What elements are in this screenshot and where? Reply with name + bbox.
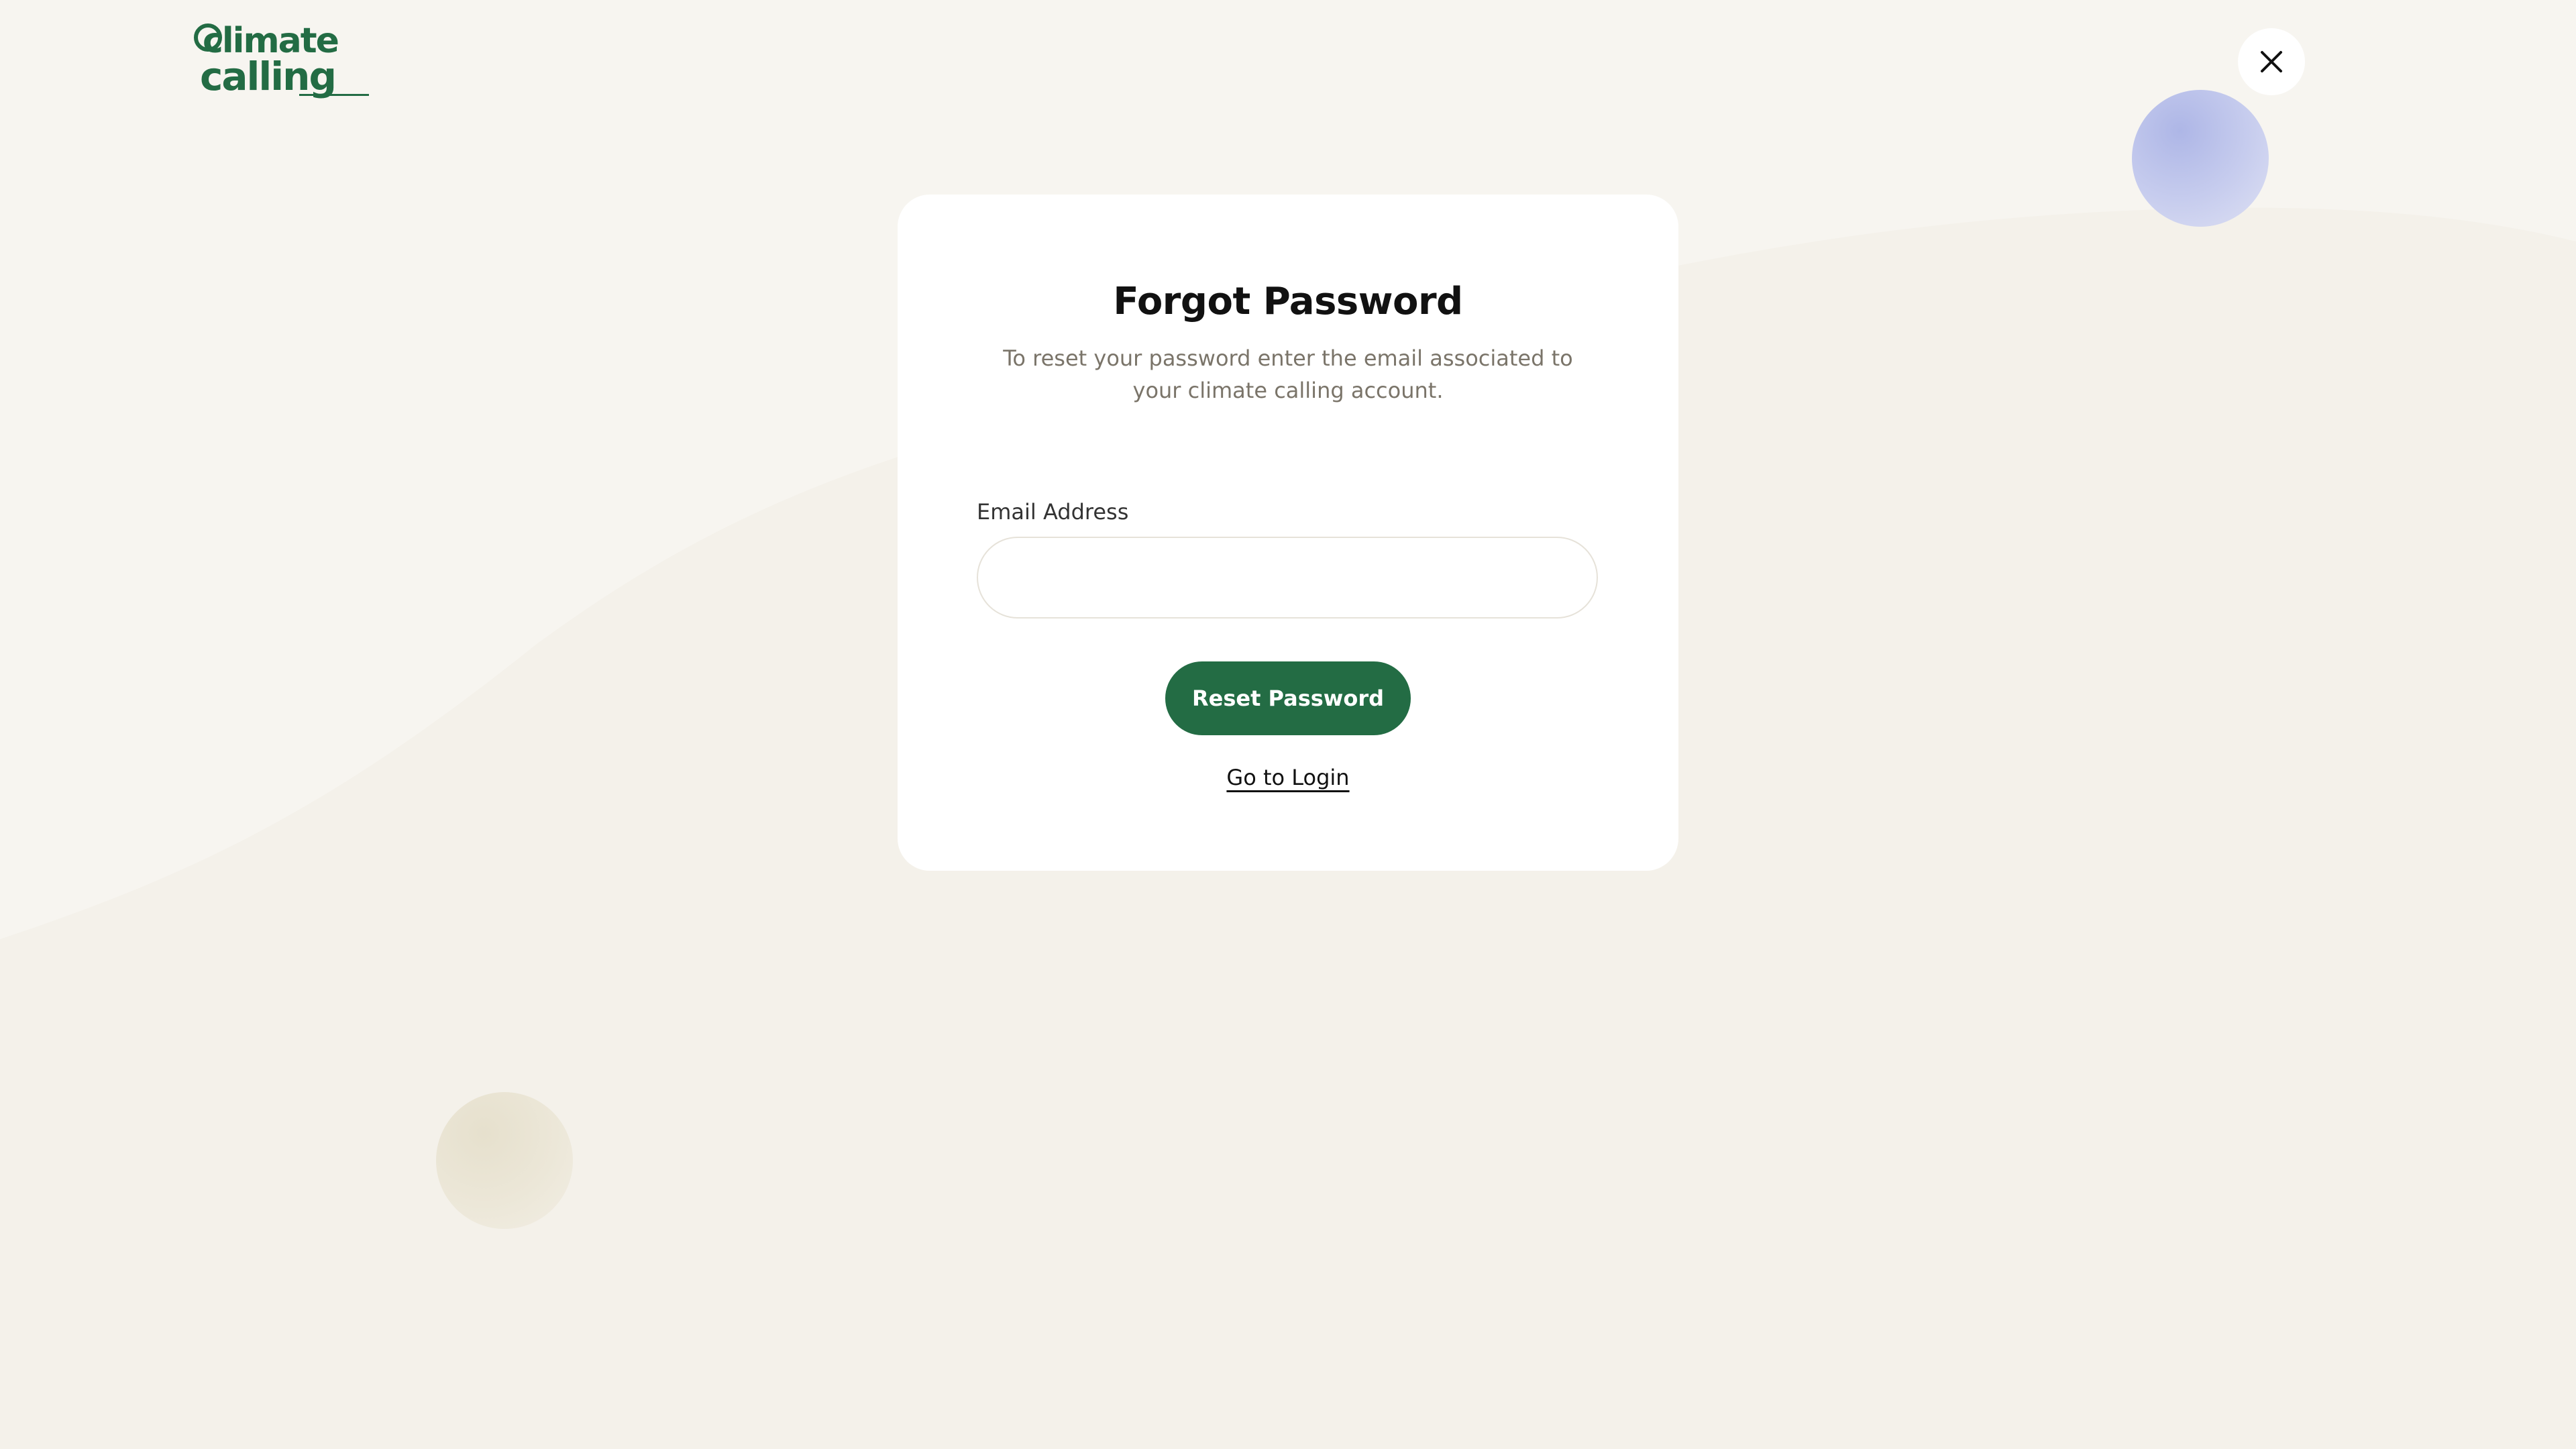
email-input[interactable]	[977, 537, 1598, 619]
reset-button-row: Reset Password	[977, 661, 1599, 735]
go-to-login-link[interactable]: Go to Login	[1226, 763, 1349, 792]
forgot-password-card: Forgot Password To reset your password e…	[898, 195, 1678, 871]
logo-mark: climate calling	[194, 21, 369, 99]
reset-password-button[interactable]: Reset Password	[1165, 661, 1411, 735]
decorative-orb-purple	[2132, 90, 2269, 227]
climate-calling-logo[interactable]: climate calling	[192, 20, 373, 99]
page-title: Forgot Password	[1113, 280, 1463, 323]
login-link-row: Go to Login	[977, 763, 1599, 792]
close-icon	[2261, 51, 2282, 72]
close-button[interactable]	[2238, 28, 2305, 95]
email-label: Email Address	[977, 499, 1129, 525]
decorative-orb-cream	[436, 1092, 573, 1229]
logo-line-2: calling	[200, 54, 335, 99]
instructions-text: To reset your password enter the email a…	[1003, 345, 1573, 403]
